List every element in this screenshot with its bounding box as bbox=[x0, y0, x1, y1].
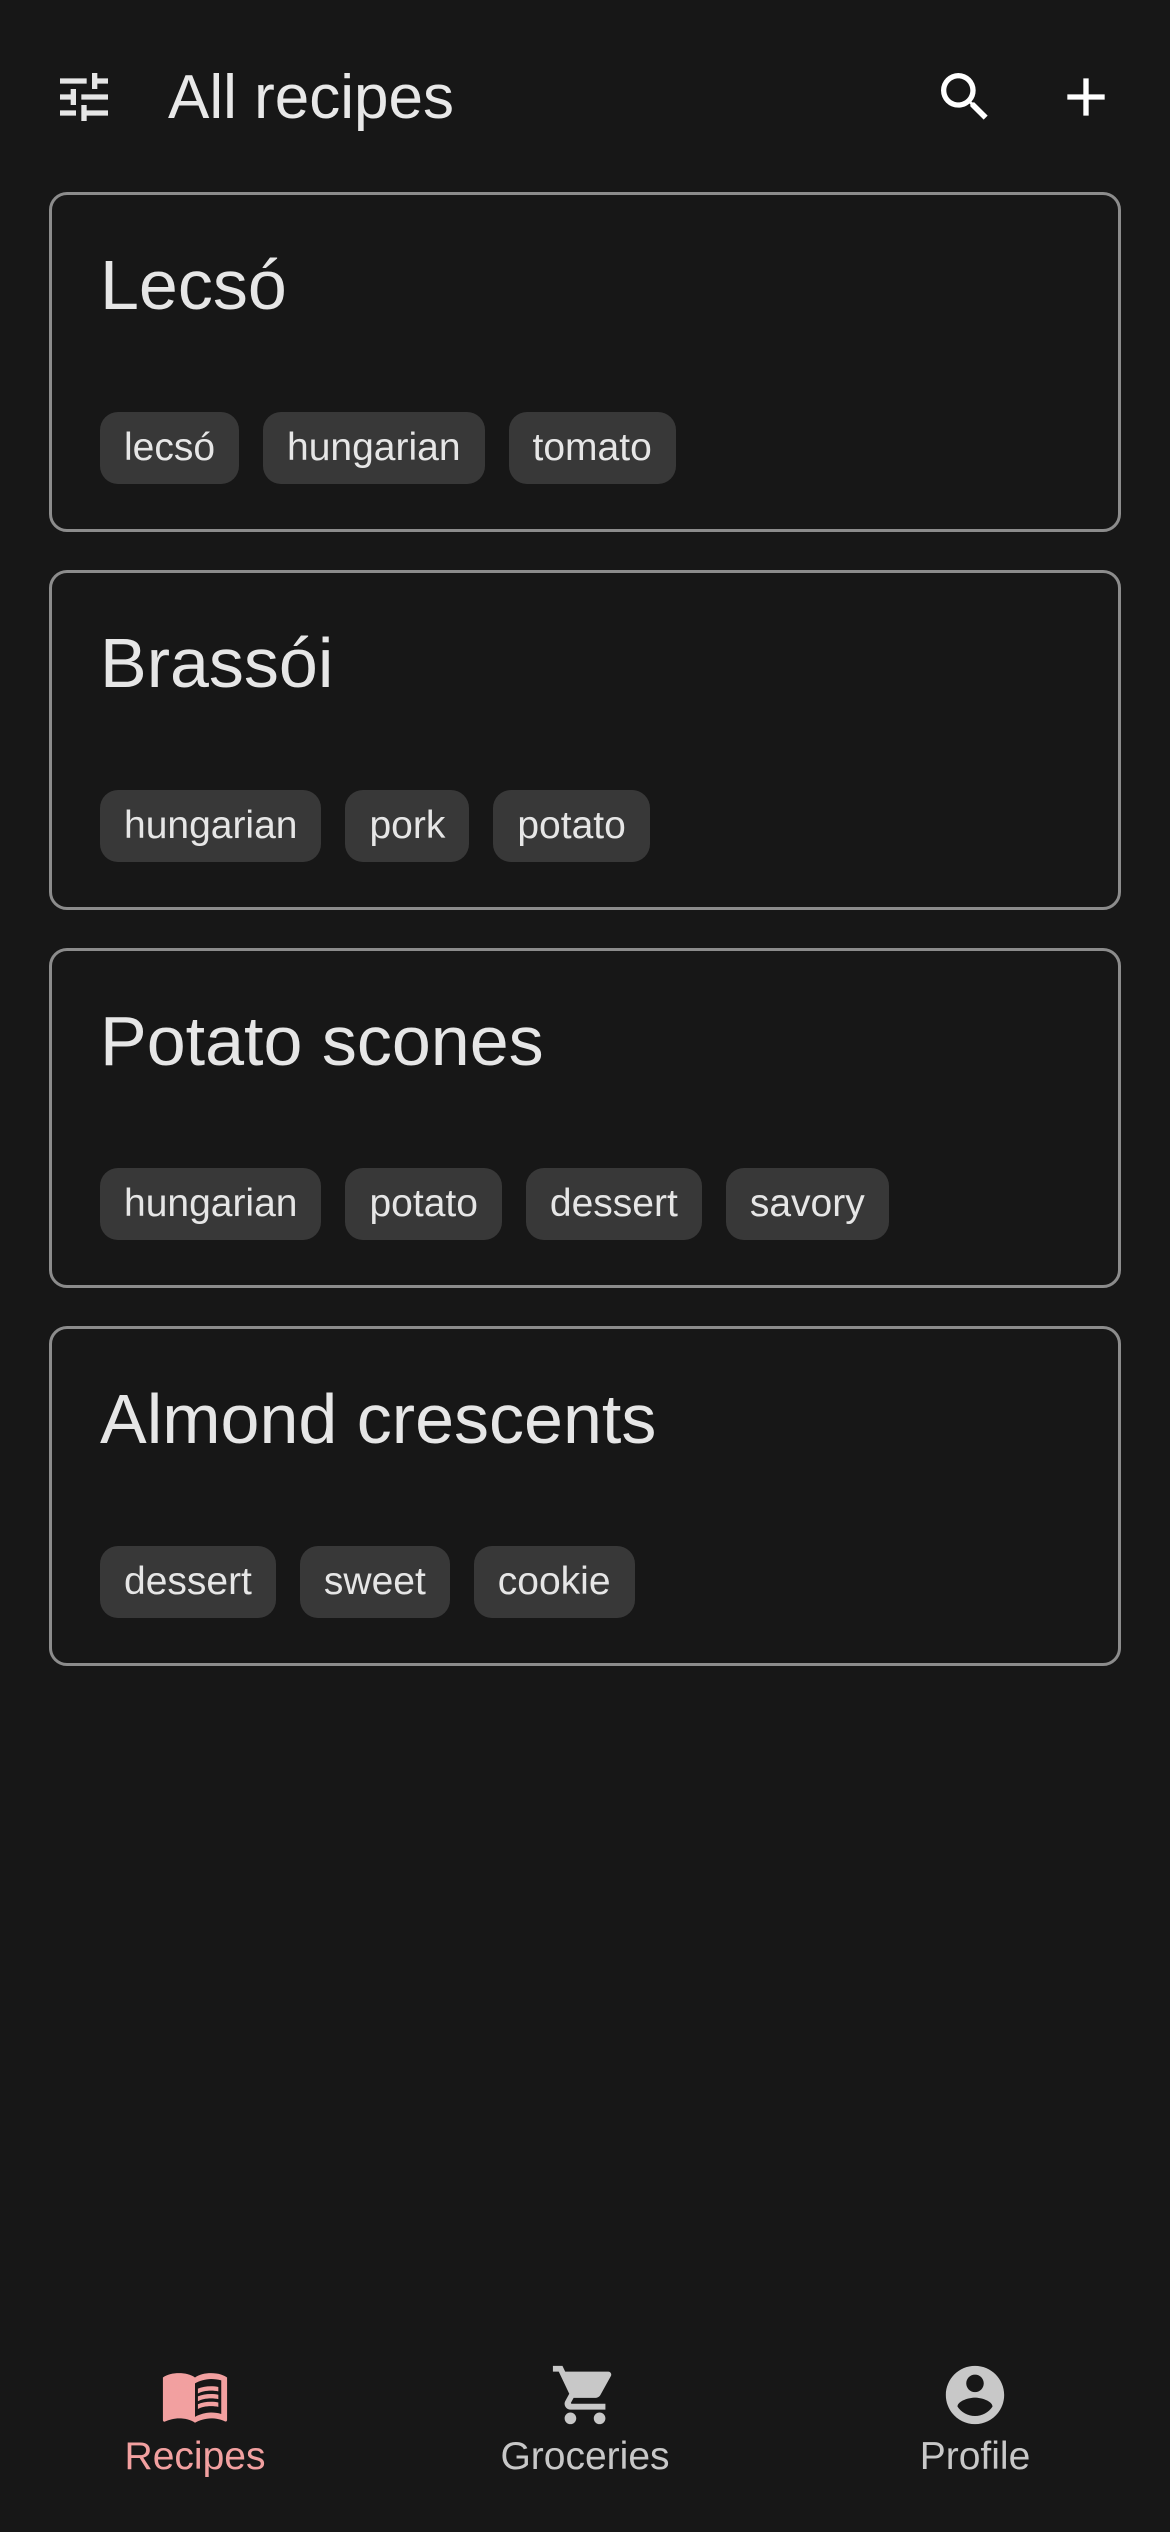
tag-chip[interactable]: tomato bbox=[508, 412, 676, 484]
tag-chip[interactable]: potato bbox=[493, 790, 650, 862]
nav-item-recipes[interactable]: Recipes bbox=[0, 2342, 390, 2532]
tag-list: dessert sweet cookie bbox=[100, 1546, 635, 1618]
nav-label: Groceries bbox=[500, 2435, 670, 2478]
recipe-list: Lecsó lecsó hungarian tomato Brassói hun… bbox=[49, 192, 1121, 1704]
bottom-navigation: Recipes Groceries Profile bbox=[0, 2342, 1170, 2532]
recipe-title: Brassói bbox=[100, 624, 334, 702]
account-circle-icon bbox=[945, 2365, 1005, 2425]
tag-chip[interactable]: potato bbox=[345, 1168, 502, 1240]
book-icon bbox=[162, 2373, 228, 2423]
tag-chip[interactable]: cookie bbox=[473, 1546, 635, 1618]
add-recipe-button[interactable] bbox=[1046, 57, 1126, 137]
recipe-title: Almond crescents bbox=[100, 1380, 657, 1458]
tag-chip[interactable]: lecsó bbox=[100, 412, 240, 484]
nav-item-profile[interactable]: Profile bbox=[780, 2342, 1170, 2532]
recipe-card[interactable]: Potato scones hungarian potato dessert s… bbox=[49, 948, 1121, 1288]
recipe-card[interactable]: Brassói hungarian pork potato bbox=[49, 570, 1121, 910]
tag-list: hungarian pork potato bbox=[100, 790, 650, 862]
tag-chip[interactable]: hungarian bbox=[100, 1168, 322, 1240]
cart-icon bbox=[552, 2365, 612, 2425]
tag-chip[interactable]: sweet bbox=[299, 1546, 450, 1618]
nav-label: Profile bbox=[919, 2435, 1031, 2478]
nav-item-groceries[interactable]: Groceries bbox=[390, 2342, 780, 2532]
recipe-title: Potato scones bbox=[100, 1002, 544, 1080]
tag-chip[interactable]: dessert bbox=[100, 1546, 276, 1618]
filter-button[interactable] bbox=[44, 57, 124, 137]
nav-label: Recipes bbox=[124, 2435, 266, 2478]
tag-chip[interactable]: hungarian bbox=[263, 412, 485, 484]
tune-icon bbox=[60, 73, 108, 121]
top-app-bar: All recipes bbox=[0, 0, 1170, 190]
search-button[interactable] bbox=[925, 57, 1005, 137]
tag-chip[interactable]: dessert bbox=[525, 1168, 702, 1240]
search-icon bbox=[941, 73, 988, 120]
tag-chip[interactable]: hungarian bbox=[100, 790, 322, 862]
recipe-title: Lecsó bbox=[100, 246, 287, 324]
recipe-card[interactable]: Lecsó lecsó hungarian tomato bbox=[49, 192, 1121, 532]
tag-list: hungarian potato dessert savory bbox=[100, 1168, 889, 1240]
recipe-card[interactable]: Almond crescents dessert sweet cookie bbox=[49, 1326, 1121, 1666]
plus-icon bbox=[1067, 78, 1105, 116]
tag-chip[interactable]: pork bbox=[345, 790, 470, 862]
tag-chip[interactable]: savory bbox=[725, 1168, 889, 1240]
tag-list: lecsó hungarian tomato bbox=[100, 412, 676, 484]
page-title: All recipes bbox=[168, 63, 454, 132]
